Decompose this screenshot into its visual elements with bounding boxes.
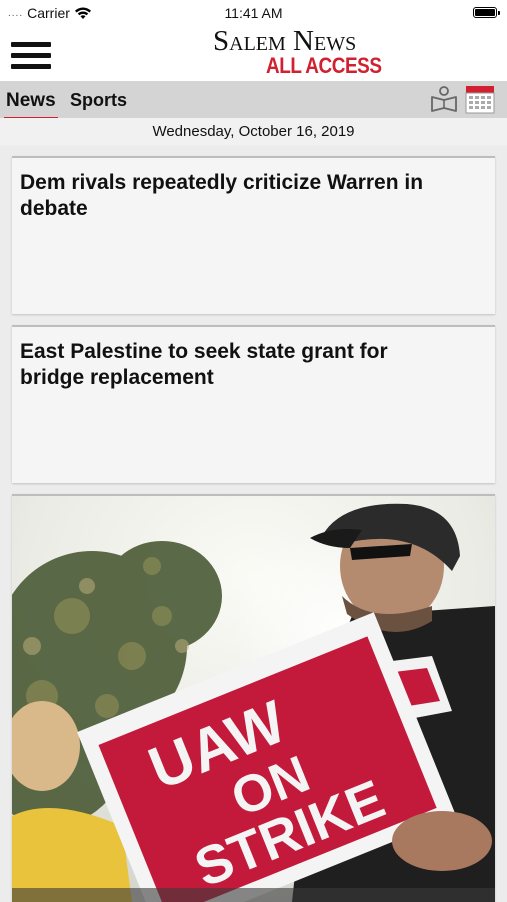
- logo-subtitle: ALL ACCESS: [266, 53, 382, 78]
- app-logo: Salem News ALL ACCESS: [213, 26, 385, 78]
- article-headline[interactable]: East Palestine to seek state grant for b…: [20, 339, 455, 391]
- section-tab-bar: News Sports: [0, 81, 507, 120]
- edition-date: Wednesday, October 16, 2019: [0, 118, 507, 145]
- article-card-photo[interactable]: UAW ON STRIKE: [12, 494, 495, 902]
- battery-icon: [473, 7, 500, 18]
- tab-sports[interactable]: Sports: [70, 90, 127, 111]
- e-edition-reader-icon[interactable]: [430, 85, 458, 113]
- article-card[interactable]: Dem rivals repeatedly criticize Warren i…: [12, 156, 495, 314]
- status-time: 11:41 AM: [224, 5, 283, 21]
- article-headline[interactable]: Dem rivals repeatedly criticize Warren i…: [20, 170, 455, 222]
- app-header: Salem News ALL ACCESS: [0, 26, 507, 81]
- hamburger-menu-icon[interactable]: [11, 42, 51, 70]
- tab-news[interactable]: News: [4, 90, 58, 120]
- calendar-icon[interactable]: [465, 84, 495, 114]
- status-bar: .... Carrier 11:41 AM: [0, 0, 507, 26]
- article-photo-strike-sign[interactable]: UAW ON STRIKE: [12, 496, 495, 902]
- logo-title: Salem News: [213, 25, 357, 57]
- article-card[interactable]: East Palestine to seek state grant for b…: [12, 325, 495, 483]
